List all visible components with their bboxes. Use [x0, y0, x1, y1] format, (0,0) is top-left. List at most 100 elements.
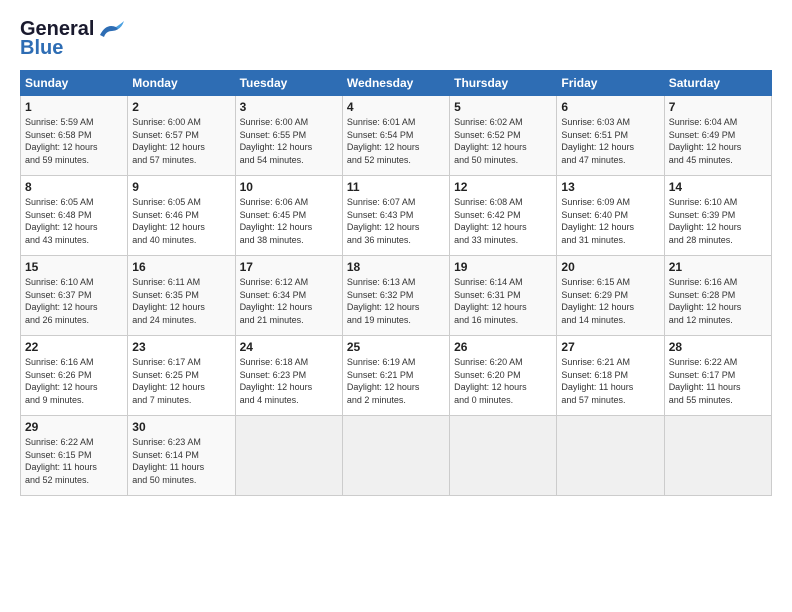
calendar-cell: 23 Sunrise: 6:17 AMSunset: 6:25 PMDayligh…: [128, 336, 235, 416]
cell-details: Sunrise: 6:07 AMSunset: 6:43 PMDaylight:…: [347, 196, 445, 246]
weekday-header-saturday: Saturday: [664, 71, 771, 96]
calendar-cell: 5 Sunrise: 6:02 AMSunset: 6:52 PMDaylight…: [450, 96, 557, 176]
day-number: 14: [669, 180, 767, 194]
calendar-cell: 10 Sunrise: 6:06 AMSunset: 6:45 PMDayligh…: [235, 176, 342, 256]
cell-details: Sunrise: 6:03 AMSunset: 6:51 PMDaylight:…: [561, 116, 659, 166]
day-number: 8: [25, 180, 123, 194]
cell-details: Sunrise: 6:14 AMSunset: 6:31 PMDaylight:…: [454, 276, 552, 326]
calendar-cell: 8Sunrise: 6:05 AMSunset: 6:48 PMDaylight…: [21, 176, 128, 256]
calendar-week-row: 15 Sunrise: 6:10 AMSunset: 6:37 PMDayligh…: [21, 256, 772, 336]
cell-details: Sunrise: 6:22 AMSunset: 6:17 PMDaylight:…: [669, 356, 767, 406]
day-number: 2: [132, 100, 230, 114]
day-number: 7: [669, 100, 767, 114]
day-number: 12: [454, 180, 552, 194]
logo-bird-icon: [96, 21, 124, 41]
weekday-header-wednesday: Wednesday: [342, 71, 449, 96]
calendar-cell: 13 Sunrise: 6:09 AMSunset: 6:40 PMDayligh…: [557, 176, 664, 256]
calendar-cell: 26 Sunrise: 6:20 AMSunset: 6:20 PMDayligh…: [450, 336, 557, 416]
calendar-cell: 21 Sunrise: 6:16 AMSunset: 6:28 PMDayligh…: [664, 256, 771, 336]
cell-details: Sunrise: 6:23 AMSunset: 6:14 PMDaylight:…: [132, 436, 230, 486]
cell-details: Sunrise: 6:16 AMSunset: 6:26 PMDaylight:…: [25, 356, 123, 406]
calendar-cell: [235, 416, 342, 496]
calendar-cell: 29 Sunrise: 6:22 AMSunset: 6:15 PMDayligh…: [21, 416, 128, 496]
calendar-cell: [450, 416, 557, 496]
weekday-header-sunday: Sunday: [21, 71, 128, 96]
day-number: 13: [561, 180, 659, 194]
day-number: 20: [561, 260, 659, 274]
day-number: 1: [25, 100, 123, 114]
day-number: 11: [347, 180, 445, 194]
cell-details: Sunrise: 6:01 AMSunset: 6:54 PMDaylight:…: [347, 116, 445, 166]
calendar-cell: 16Sunrise: 6:11 AMSunset: 6:35 PMDayligh…: [128, 256, 235, 336]
calendar-cell: 2 Sunrise: 6:00 AMSunset: 6:57 PMDaylight…: [128, 96, 235, 176]
calendar-cell: 11 Sunrise: 6:07 AMSunset: 6:43 PMDayligh…: [342, 176, 449, 256]
weekday-header-row: SundayMondayTuesdayWednesdayThursdayFrid…: [21, 71, 772, 96]
cell-details: Sunrise: 6:08 AMSunset: 6:42 PMDaylight:…: [454, 196, 552, 246]
day-number: 26: [454, 340, 552, 354]
cell-details: Sunrise: 6:17 AMSunset: 6:25 PMDaylight:…: [132, 356, 230, 406]
calendar-cell: 27Sunrise: 6:21 AMSunset: 6:18 PMDayligh…: [557, 336, 664, 416]
calendar-cell: 28 Sunrise: 6:22 AMSunset: 6:17 PMDayligh…: [664, 336, 771, 416]
cell-details: Sunrise: 6:15 AMSunset: 6:29 PMDaylight:…: [561, 276, 659, 326]
cell-details: Sunrise: 6:19 AMSunset: 6:21 PMDaylight:…: [347, 356, 445, 406]
day-number: 3: [240, 100, 338, 114]
calendar-cell: [664, 416, 771, 496]
day-number: 21: [669, 260, 767, 274]
day-number: 6: [561, 100, 659, 114]
weekday-header-friday: Friday: [557, 71, 664, 96]
calendar-week-row: 22 Sunrise: 6:16 AMSunset: 6:26 PMDayligh…: [21, 336, 772, 416]
day-number: 22: [25, 340, 123, 354]
cell-details: Sunrise: 6:10 AMSunset: 6:37 PMDaylight:…: [25, 276, 123, 326]
cell-details: Sunrise: 6:13 AMSunset: 6:32 PMDaylight:…: [347, 276, 445, 326]
cell-details: Sunrise: 6:20 AMSunset: 6:20 PMDaylight:…: [454, 356, 552, 406]
cell-details: Sunrise: 6:02 AMSunset: 6:52 PMDaylight:…: [454, 116, 552, 166]
weekday-header-thursday: Thursday: [450, 71, 557, 96]
calendar-cell: 15 Sunrise: 6:10 AMSunset: 6:37 PMDayligh…: [21, 256, 128, 336]
header: General Blue: [20, 18, 772, 60]
calendar-cell: 24 Sunrise: 6:18 AMSunset: 6:23 PMDayligh…: [235, 336, 342, 416]
logo: General Blue: [20, 18, 124, 60]
weekday-header-tuesday: Tuesday: [235, 71, 342, 96]
day-number: 5: [454, 100, 552, 114]
cell-details: Sunrise: 6:00 AMSunset: 6:57 PMDaylight:…: [132, 116, 230, 166]
cell-details: Sunrise: 6:09 AMSunset: 6:40 PMDaylight:…: [561, 196, 659, 246]
calendar-cell: 6 Sunrise: 6:03 AMSunset: 6:51 PMDaylight…: [557, 96, 664, 176]
cell-details: Sunrise: 6:04 AMSunset: 6:49 PMDaylight:…: [669, 116, 767, 166]
page: General Blue SundayMondayTuesdayWednesda…: [0, 0, 792, 612]
calendar-cell: 14 Sunrise: 6:10 AMSunset: 6:39 PMDayligh…: [664, 176, 771, 256]
cell-details: Sunrise: 6:10 AMSunset: 6:39 PMDaylight:…: [669, 196, 767, 246]
calendar-cell: [342, 416, 449, 496]
day-number: 18: [347, 260, 445, 274]
day-number: 15: [25, 260, 123, 274]
calendar-cell: 17 Sunrise: 6:12 AMSunset: 6:34 PMDayligh…: [235, 256, 342, 336]
cell-details: Sunrise: 5:59 AMSunset: 6:58 PMDaylight:…: [25, 116, 123, 166]
cell-details: Sunrise: 6:12 AMSunset: 6:34 PMDaylight:…: [240, 276, 338, 326]
day-number: 24: [240, 340, 338, 354]
day-number: 23: [132, 340, 230, 354]
cell-details: Sunrise: 6:05 AMSunset: 6:46 PMDaylight:…: [132, 196, 230, 246]
calendar-week-row: 1 Sunrise: 5:59 AMSunset: 6:58 PMDaylight…: [21, 96, 772, 176]
day-number: 30: [132, 420, 230, 434]
calendar-week-row: 8Sunrise: 6:05 AMSunset: 6:48 PMDaylight…: [21, 176, 772, 256]
day-number: 29: [25, 420, 123, 434]
cell-details: Sunrise: 6:22 AMSunset: 6:15 PMDaylight:…: [25, 436, 123, 486]
day-number: 4: [347, 100, 445, 114]
day-number: 28: [669, 340, 767, 354]
cell-details: Sunrise: 6:11 AMSunset: 6:35 PMDaylight:…: [132, 276, 230, 326]
cell-details: Sunrise: 6:18 AMSunset: 6:23 PMDaylight:…: [240, 356, 338, 406]
calendar-cell: 4 Sunrise: 6:01 AMSunset: 6:54 PMDaylight…: [342, 96, 449, 176]
calendar-week-row: 29 Sunrise: 6:22 AMSunset: 6:15 PMDayligh…: [21, 416, 772, 496]
logo-blue: Blue: [20, 37, 63, 60]
calendar-cell: 25Sunrise: 6:19 AMSunset: 6:21 PMDayligh…: [342, 336, 449, 416]
calendar-cell: [557, 416, 664, 496]
weekday-header-monday: Monday: [128, 71, 235, 96]
day-number: 10: [240, 180, 338, 194]
cell-details: Sunrise: 6:16 AMSunset: 6:28 PMDaylight:…: [669, 276, 767, 326]
calendar-cell: 19 Sunrise: 6:14 AMSunset: 6:31 PMDayligh…: [450, 256, 557, 336]
day-number: 17: [240, 260, 338, 274]
cell-details: Sunrise: 6:06 AMSunset: 6:45 PMDaylight:…: [240, 196, 338, 246]
calendar-cell: 1 Sunrise: 5:59 AMSunset: 6:58 PMDaylight…: [21, 96, 128, 176]
day-number: 9: [132, 180, 230, 194]
day-number: 19: [454, 260, 552, 274]
calendar-cell: 22 Sunrise: 6:16 AMSunset: 6:26 PMDayligh…: [21, 336, 128, 416]
